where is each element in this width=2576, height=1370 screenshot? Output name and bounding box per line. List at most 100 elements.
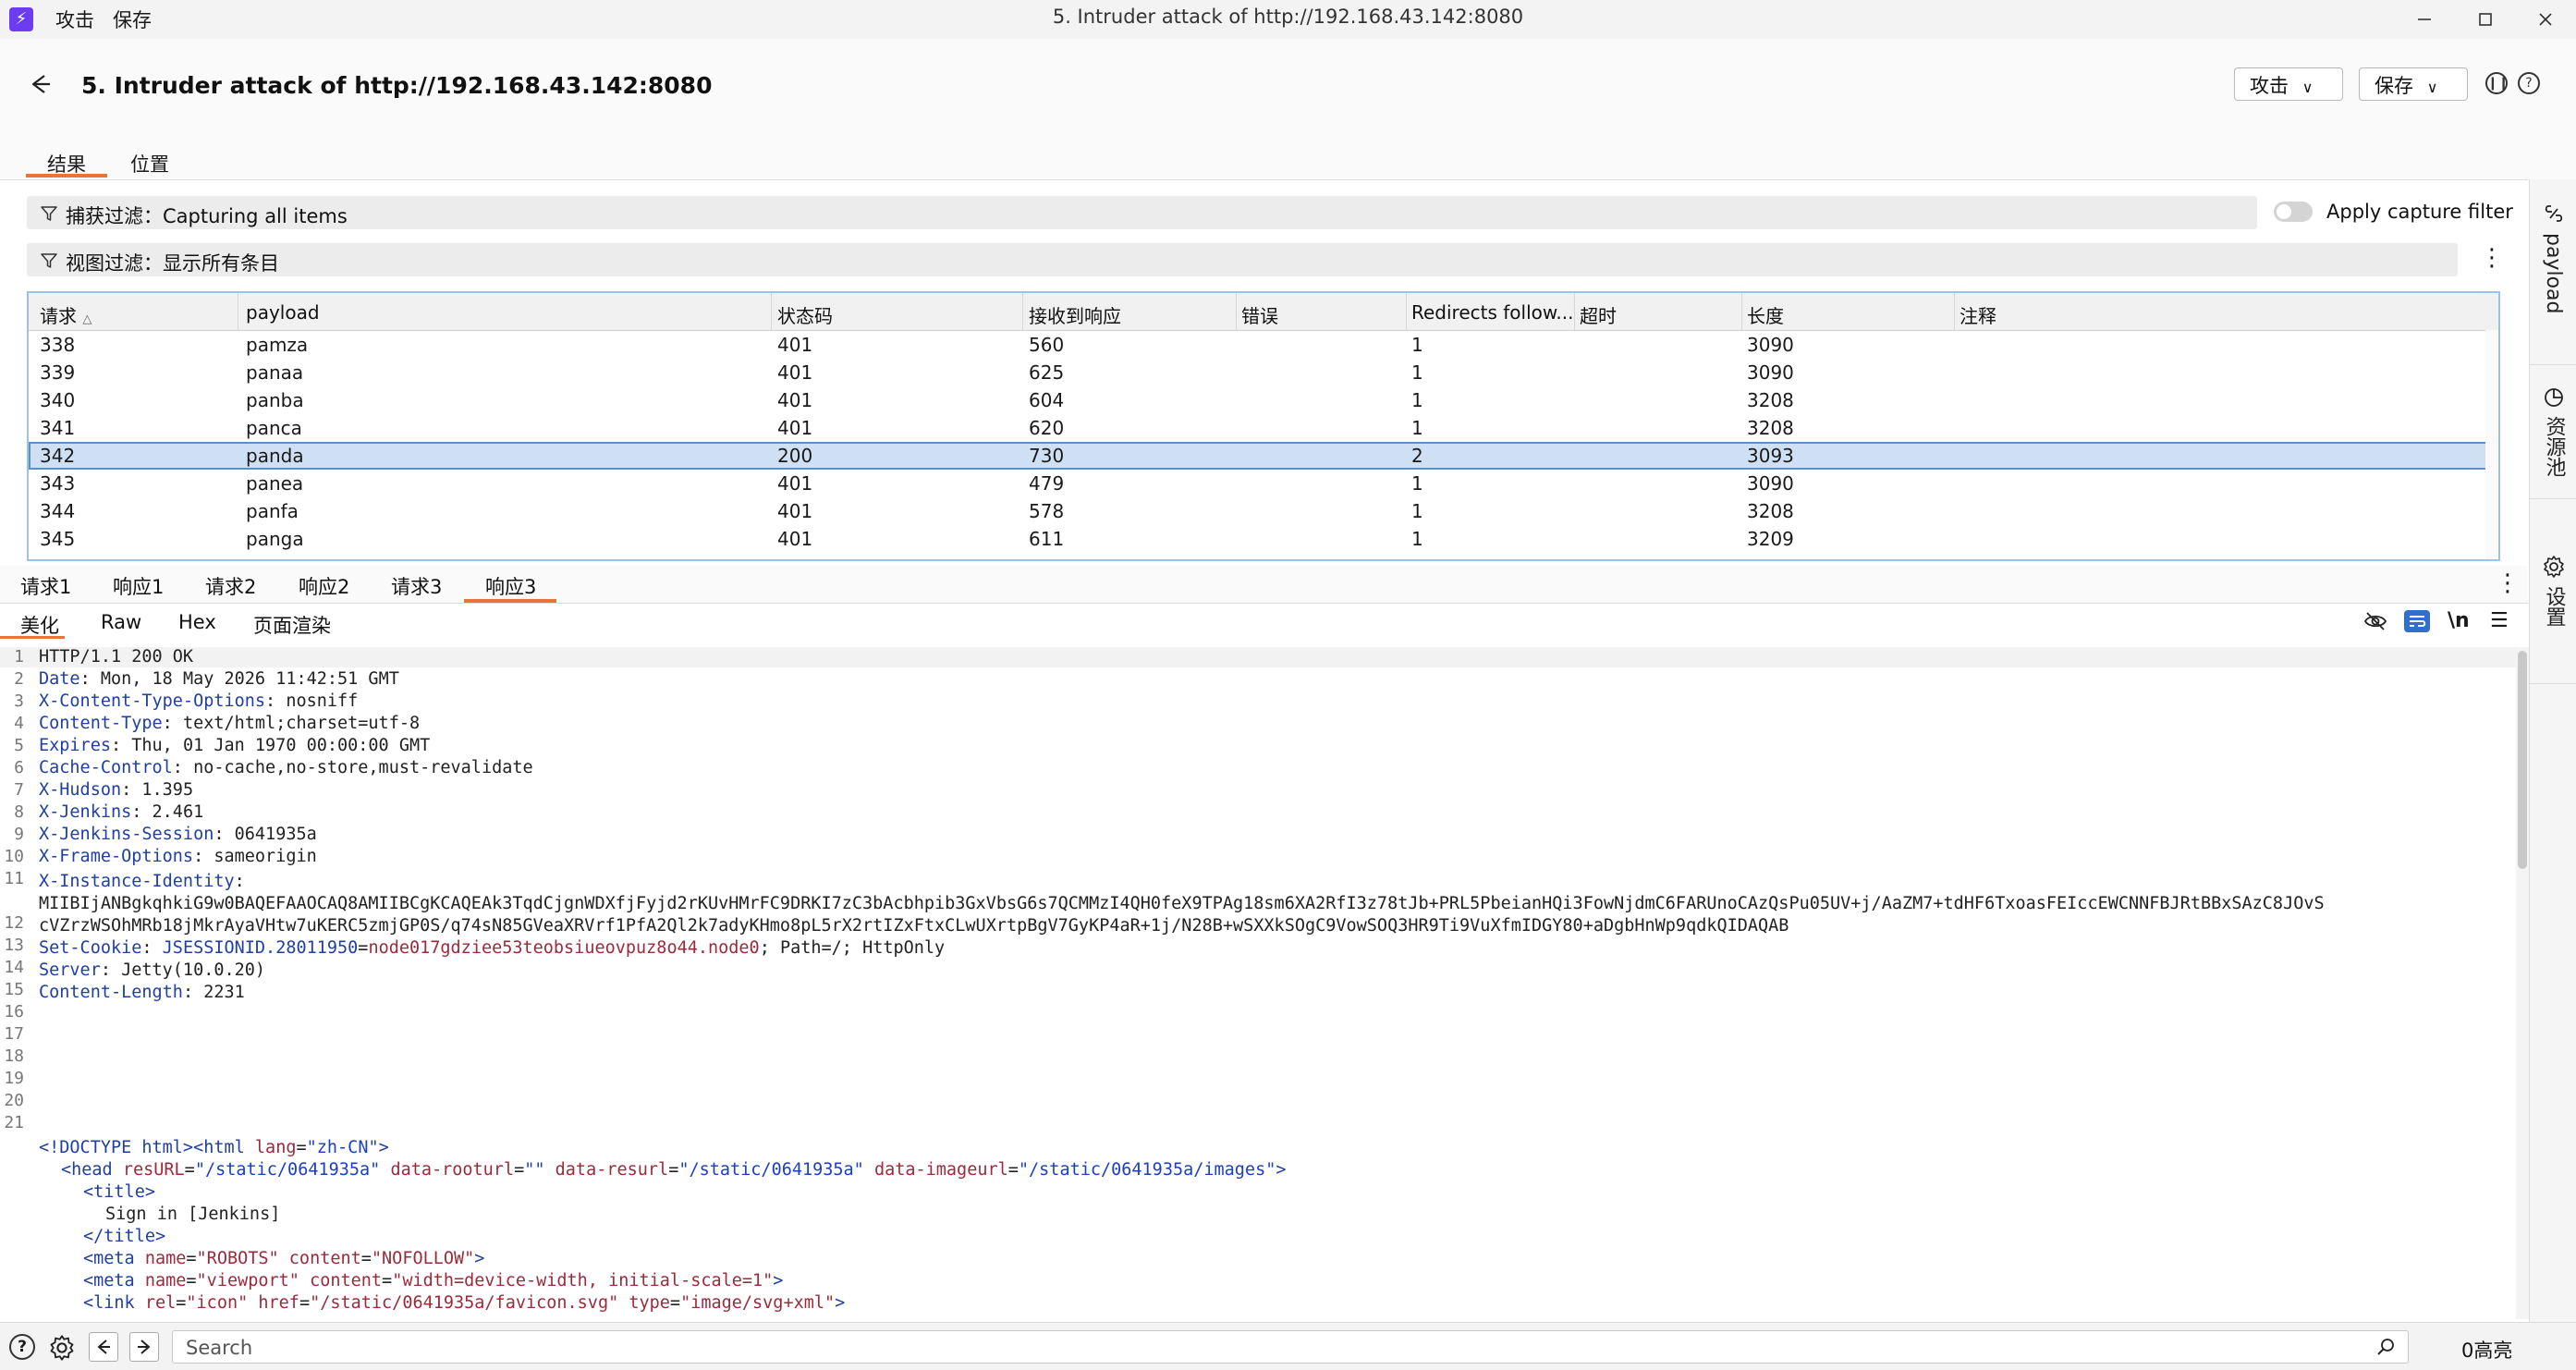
sidebar-item-payload[interactable]: payload bbox=[2530, 202, 2576, 359]
gear-icon[interactable] bbox=[48, 1334, 76, 1362]
more-options-icon[interactable]: ⋮ bbox=[2496, 571, 2520, 595]
current-line-highlight bbox=[0, 647, 2516, 667]
save-dropdown[interactable]: 保存 ∨ bbox=[2359, 67, 2468, 101]
column-separator[interactable] bbox=[1406, 293, 1407, 330]
menu-save[interactable]: 保存 bbox=[113, 6, 152, 33]
sidebar-label: 设置 bbox=[2542, 586, 2566, 627]
tab-render[interactable]: 页面渲染 bbox=[253, 611, 331, 639]
table-row[interactable]: 342 panda 200 730 2 3093 bbox=[29, 442, 2487, 470]
pause-button[interactable]: ❙❙ bbox=[2485, 72, 2509, 94]
menu-attack[interactable]: 攻击 bbox=[55, 6, 94, 33]
search-input[interactable] bbox=[184, 1336, 2369, 1360]
tab-hex[interactable]: Hex bbox=[178, 611, 216, 633]
table-scrollbar[interactable] bbox=[2485, 330, 2498, 559]
header-name: X-Hudson bbox=[39, 780, 122, 800]
apply-capture-filter-toggle[interactable] bbox=[2274, 202, 2313, 222]
header-value: Jetty(10.0.20) bbox=[121, 960, 266, 980]
editor-scrollbar[interactable] bbox=[2516, 647, 2529, 1319]
line-number: 14 bbox=[4, 958, 24, 977]
arrow-left-icon bbox=[97, 1339, 110, 1354]
help-button[interactable]: ? bbox=[2518, 72, 2540, 94]
column-separator[interactable] bbox=[771, 293, 772, 330]
tab-response-2[interactable]: 响应2 bbox=[299, 572, 349, 600]
search-box[interactable] bbox=[172, 1330, 2409, 1364]
table-row[interactable]: 339 panaa 401 625 1 3090 bbox=[29, 359, 2487, 386]
column-separator[interactable] bbox=[1022, 293, 1023, 330]
cell-request: 340 bbox=[40, 389, 76, 411]
tab-response-3[interactable]: 响应3 bbox=[485, 572, 536, 600]
minimize-button[interactable] bbox=[2394, 0, 2455, 39]
column-separator[interactable] bbox=[1954, 293, 1955, 330]
next-match-button[interactable] bbox=[129, 1332, 159, 1362]
header-line: Content-Length: 2231 bbox=[39, 983, 245, 1002]
tab-positions[interactable]: 位置 bbox=[130, 150, 169, 177]
table-row[interactable]: 345 panga 401 611 1 3209 bbox=[29, 525, 2487, 553]
help-icon: ? bbox=[2525, 76, 2533, 91]
table-row[interactable]: 338 pamza 401 560 1 3090 bbox=[29, 331, 2487, 359]
view-filter-bar[interactable]: 视图过滤：显示所有条目 bbox=[27, 243, 2458, 276]
header-value: sameorigin bbox=[214, 847, 317, 866]
cell-request: 345 bbox=[40, 528, 76, 550]
tab-pretty[interactable]: 美化 bbox=[20, 611, 59, 639]
tab-request-3[interactable]: 请求3 bbox=[391, 572, 442, 600]
attr-value: "/static/0641935a" bbox=[678, 1160, 864, 1180]
column-separator[interactable] bbox=[1574, 293, 1575, 330]
column-header-error[interactable]: 错误 bbox=[1241, 301, 1278, 328]
previous-match-button[interactable] bbox=[89, 1332, 118, 1362]
header-value: 2231 bbox=[203, 983, 245, 1002]
attr-value: "/static/0641935a/images" bbox=[1018, 1160, 1276, 1180]
column-header-length[interactable]: 长度 bbox=[1747, 301, 1784, 328]
column-separator[interactable] bbox=[1236, 293, 1237, 330]
tab-raw[interactable]: Raw bbox=[101, 611, 141, 633]
scrollbar-thumb[interactable] bbox=[2518, 651, 2527, 869]
back-button[interactable] bbox=[26, 70, 54, 98]
column-separator[interactable] bbox=[1741, 293, 1742, 330]
attr-value: "viewport" bbox=[196, 1271, 299, 1290]
table-row[interactable]: 341 panca 401 620 1 3208 bbox=[29, 414, 2487, 442]
attack-dropdown-label: 攻击 bbox=[2250, 75, 2289, 97]
table-row[interactable]: 340 panba 401 604 1 3208 bbox=[29, 386, 2487, 414]
tab-request-2[interactable]: 请求2 bbox=[205, 572, 256, 600]
response-editor[interactable]: 1 2 3 4 5 6 7 8 9 10 11 12 13 14 15 16 17 18 19 20 21 HTTP/1… bbox=[0, 647, 2516, 1319]
column-header-request[interactable]: 请求 △ bbox=[40, 301, 92, 328]
sidebar-item-resource-pool[interactable]: 资源池 bbox=[2530, 386, 2576, 488]
more-options-icon[interactable]: ⋮ bbox=[2480, 246, 2504, 270]
header-value-continued: MIIBIjANBgkqhkiG9w0BAQEFAAOCAQ8AMIIBCgKC… bbox=[39, 894, 2325, 913]
header-value: Thu, 01 Jan 1970 00:00:00 GMT bbox=[131, 736, 431, 755]
cell-redirects: 1 bbox=[1411, 500, 1423, 522]
column-header-redirects[interactable]: Redirects follow... bbox=[1411, 301, 1573, 324]
maximize-button[interactable] bbox=[2455, 0, 2516, 39]
results-table: 请求 △ payload 状态码 接收到响应 错误 Redirects foll… bbox=[27, 291, 2500, 561]
html-line: </title> bbox=[83, 1227, 166, 1246]
capture-filter-label: 捕获过滤：Capturing all items bbox=[66, 205, 348, 227]
window-titlebar: ⚡ 攻击 保存 5. Intruder attack of http://192… bbox=[0, 0, 2576, 39]
help-icon[interactable]: ? bbox=[9, 1334, 35, 1360]
column-header-response-received[interactable]: 接收到响应 bbox=[1029, 301, 1121, 328]
search-icon[interactable] bbox=[2376, 1337, 2397, 1357]
table-row[interactable]: 344 panfa 401 578 1 3208 bbox=[29, 497, 2487, 525]
column-header-status[interactable]: 状态码 bbox=[777, 301, 833, 328]
line-number: 7 bbox=[14, 780, 24, 800]
close-button[interactable] bbox=[2515, 0, 2576, 39]
attr-value: "image/svg+xml" bbox=[680, 1293, 836, 1313]
newline-toggle-icon[interactable]: \n bbox=[2448, 609, 2470, 632]
active-tab-indicator bbox=[464, 599, 556, 603]
column-header-comment[interactable]: 注释 bbox=[1959, 301, 1996, 328]
wrap-lines-button[interactable] bbox=[2404, 610, 2430, 632]
menu-icon[interactable]: ☰ bbox=[2490, 609, 2509, 632]
active-tab-indicator bbox=[26, 174, 107, 177]
table-row[interactable]: 343 panea 401 479 1 3090 bbox=[29, 470, 2487, 497]
highlight-count: 0高亮 bbox=[2461, 1339, 2513, 1362]
cell-status: 401 bbox=[777, 334, 813, 356]
tab-response-1[interactable]: 响应1 bbox=[113, 572, 164, 600]
divider bbox=[2530, 683, 2576, 684]
column-header-payload[interactable]: payload bbox=[246, 301, 320, 324]
column-header-timeout[interactable]: 超时 bbox=[1580, 301, 1617, 328]
hide-eye-icon[interactable] bbox=[2363, 611, 2387, 631]
capture-filter-bar[interactable]: 捕获过滤：Capturing all items bbox=[27, 196, 2257, 229]
sidebar-item-settings[interactable]: 设置 bbox=[2530, 555, 2576, 656]
attack-dropdown[interactable]: 攻击 ∨ bbox=[2234, 67, 2343, 101]
maximize-icon bbox=[2479, 13, 2492, 26]
tab-request-1[interactable]: 请求1 bbox=[20, 572, 71, 600]
cell-redirects: 1 bbox=[1411, 528, 1423, 550]
